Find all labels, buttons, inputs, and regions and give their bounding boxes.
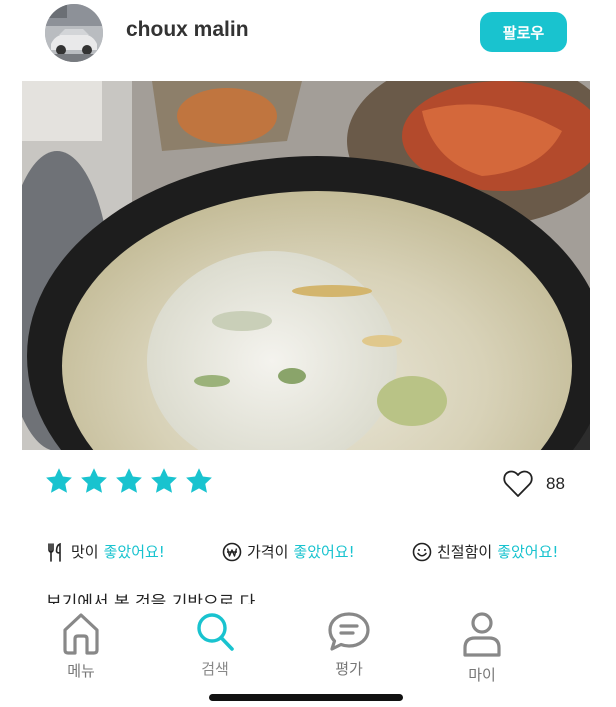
- tab-my[interactable]: 마이: [460, 610, 504, 685]
- like-count: 88: [546, 474, 565, 493]
- username[interactable]: choux malin: [126, 18, 249, 42]
- search-icon: [193, 610, 237, 654]
- tag-kindness: 친절함이 좋았어요!: [412, 541, 558, 562]
- like-group: 88: [502, 469, 565, 499]
- review-text: 보기에서 본 것을 기반으로 다: [46, 593, 256, 604]
- food-photo-icon: [22, 81, 590, 450]
- tag-price-value: 좋았어요!: [293, 543, 355, 561]
- tag-taste-value: 좋았어요!: [103, 543, 165, 561]
- star-icon[interactable]: [184, 466, 214, 502]
- heart-icon[interactable]: [502, 469, 534, 499]
- tab-menu[interactable]: 메뉴: [59, 610, 103, 681]
- star-icon[interactable]: [149, 466, 179, 502]
- tab-review-label: 평가: [335, 660, 363, 678]
- follow-button[interactable]: 팔로우: [480, 12, 567, 52]
- person-icon: [460, 610, 504, 660]
- car-photo-avatar-icon: [45, 4, 103, 62]
- won-icon: [222, 542, 242, 562]
- star-icon[interactable]: [114, 466, 144, 502]
- star-icon[interactable]: [44, 466, 74, 502]
- tag-taste-label: 맛이: [71, 543, 99, 561]
- tag-price: 가격이 좋았어요!: [222, 541, 355, 562]
- bottom-tab-bar: 메뉴 검색 평가 마이: [0, 604, 616, 707]
- home-icon: [59, 610, 103, 656]
- tab-search[interactable]: 검색: [193, 610, 237, 679]
- chat-icon: [326, 610, 372, 654]
- food-photo[interactable]: [22, 81, 590, 450]
- home-indicator[interactable]: [209, 694, 403, 701]
- tab-review[interactable]: 평가: [326, 610, 372, 679]
- smile-icon: [412, 542, 432, 562]
- tab-menu-label: 메뉴: [67, 662, 95, 680]
- star-icon[interactable]: [79, 466, 109, 502]
- profile-header: choux malin 팔로우: [0, 0, 616, 70]
- tag-kindness-value: 좋았어요!: [497, 543, 559, 561]
- tag-kindness-label: 친절함이: [437, 543, 493, 561]
- tag-price-label: 가격이: [247, 543, 289, 561]
- star-rating: [44, 466, 214, 502]
- tab-my-label: 마이: [468, 666, 496, 684]
- tab-search-label: 검색: [201, 660, 229, 678]
- review-tags: 맛이 좋았어요! 가격이 좋았어요! 친절함이 좋았어요!: [46, 541, 586, 567]
- tag-taste: 맛이 좋았어요!: [46, 541, 165, 562]
- utensils-icon: [46, 542, 66, 562]
- avatar[interactable]: [45, 4, 103, 62]
